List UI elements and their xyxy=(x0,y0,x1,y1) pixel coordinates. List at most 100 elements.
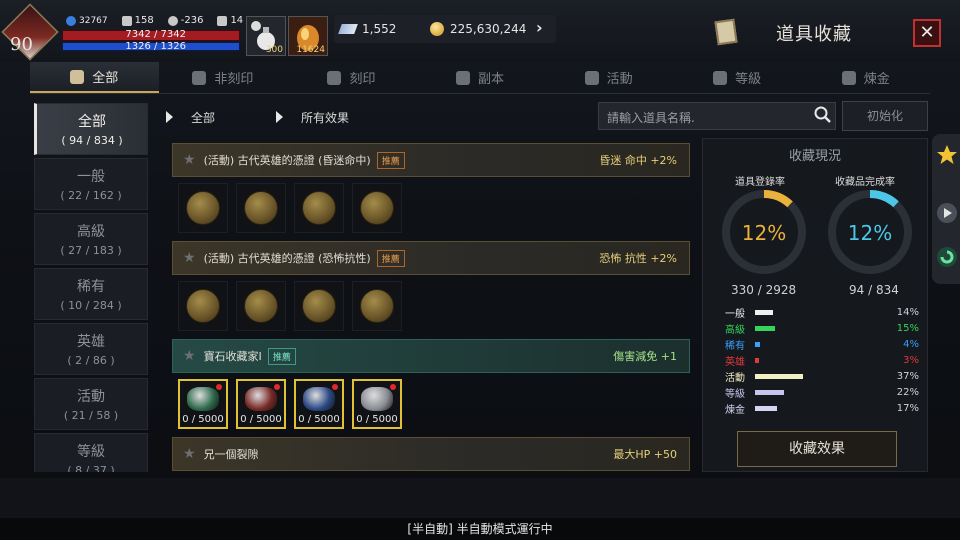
collection-items: 0 / 5000 0 / 5000 0 / 5000 0 / 5000 xyxy=(172,373,690,429)
star-icon[interactable]: ★ xyxy=(183,152,196,168)
grade-list: 全部 ( 94 / 834 ) 一般 ( 22 / 162 ) 高級 ( 27 / 183… xyxy=(30,100,152,472)
grade-item-1[interactable]: 一般 ( 22 / 162 ) xyxy=(34,158,148,210)
grade-item-0[interactable]: 全部 ( 94 / 834 ) xyxy=(34,103,148,155)
quick-slot-count: 300 xyxy=(265,45,283,55)
tab-label: 副本 xyxy=(478,72,505,87)
grade-percent: 15% xyxy=(896,322,919,334)
tab-2[interactable]: 刻印 xyxy=(287,62,416,93)
search-icon[interactable] xyxy=(814,106,832,124)
grade-item-2[interactable]: 高級 ( 27 / 183 ) xyxy=(34,213,148,265)
grade-name: 活動 xyxy=(77,389,105,405)
grade-name: 全部 xyxy=(78,114,106,130)
grade-name: 英雄 xyxy=(77,334,105,350)
grade-item-4[interactable]: 英雄 ( 2 / 86 ) xyxy=(34,323,148,375)
grade-row: 稀有 4% xyxy=(725,336,919,352)
helmet-icon xyxy=(167,15,178,26)
notification-dot xyxy=(216,384,222,390)
star-icon[interactable]: ★ xyxy=(183,348,196,364)
filter-type[interactable]: 全部 xyxy=(166,109,276,126)
collection-effect: 恐怖 抗性 +2% xyxy=(599,252,677,265)
collection-entry[interactable]: ★ 兄一個裂隙 最大HP +50 xyxy=(172,437,690,471)
quick-slot-elixir[interactable]: 11624 xyxy=(288,16,328,56)
collection-effect: 昏迷 命中 +2% xyxy=(599,154,677,167)
ancient-medal-icon xyxy=(244,289,278,323)
collection-item-slot[interactable] xyxy=(236,281,286,331)
collection-entry[interactable]: ★ (活動) 古代英雄的憑證 (昏迷命中) 推薦 昏迷 命中 +2% xyxy=(172,143,690,233)
collection-item-slot[interactable] xyxy=(352,183,402,233)
stat-defense: -236 xyxy=(167,15,203,26)
tab-3[interactable]: 副本 xyxy=(416,62,545,93)
gem-amount: 1,552 xyxy=(362,22,397,36)
collection-header[interactable]: ★ (活動) 古代英雄的憑證 (昏迷命中) 推薦 昏迷 命中 +2% xyxy=(172,143,690,177)
collection-item-slot[interactable] xyxy=(178,281,228,331)
collection-effects-button[interactable]: 收藏效果 xyxy=(737,431,897,467)
tab-label: 全部 xyxy=(92,71,119,86)
filter-bar: 全部 所有效果 xyxy=(166,102,349,132)
triangle-right-icon xyxy=(276,111,283,123)
collection-entry[interactable]: ★ (活動) 古代英雄的憑證 (恐怖抗性) 推薦 恐怖 抗性 +2% xyxy=(172,241,690,331)
grade-percent: 14% xyxy=(896,306,919,318)
hp-text: 7342 / 7342 xyxy=(125,29,186,40)
collection-item-slot[interactable] xyxy=(294,281,344,331)
tab-5[interactable]: 等級 xyxy=(673,62,802,93)
book-icon xyxy=(70,69,85,84)
grade-percent: 22% xyxy=(896,386,919,398)
grade-row-name: 一般 xyxy=(725,308,745,320)
gold-coin-icon xyxy=(430,22,444,36)
collection-item-slot[interactable] xyxy=(294,183,344,233)
grade-row: 一般 14% xyxy=(725,304,919,320)
tab-6[interactable]: 煉金 xyxy=(801,62,930,93)
collection-item-slot[interactable]: 0 / 5000 xyxy=(352,379,402,429)
collection-header[interactable]: ★ 兄一個裂隙 最大HP +50 xyxy=(172,437,690,471)
grade-item-3[interactable]: 稀有 ( 10 / 284 ) xyxy=(34,268,148,320)
trophy-icon xyxy=(217,15,228,26)
quick-slot-potion[interactable]: 300 xyxy=(246,16,286,56)
grade-breakdown: 一般 14% 高級 15% 稀有 4% 英雄 3% 活動 37% 等級 22% 煉金 17% xyxy=(725,304,919,416)
window-title: 道具收藏 xyxy=(776,24,852,45)
grade-item-5[interactable]: 活動 ( 21 / 58 ) xyxy=(34,378,148,430)
play-icon[interactable] xyxy=(936,202,958,224)
collection-item-slot[interactable]: 0 / 5000 xyxy=(236,379,286,429)
gold-currency[interactable]: 225,630,244 xyxy=(430,17,526,41)
gift-icon xyxy=(584,70,599,85)
recommended-badge: 推薦 xyxy=(376,249,405,267)
bottom-shade xyxy=(0,478,960,518)
tab-0[interactable]: 全部 xyxy=(30,62,159,93)
grade-count: ( 22 / 162 ) xyxy=(60,189,122,202)
grade-row-name: 稀有 xyxy=(725,340,745,352)
gem-currency[interactable]: 1,552 xyxy=(338,17,397,41)
collection-entry[interactable]: ★ 寶石收藏家I 推薦 傷害減免 +1 0 / 5000 0 / 5000 0 / 5000… xyxy=(172,339,690,429)
collection-item-slot[interactable] xyxy=(178,183,228,233)
gemstone-icon xyxy=(361,387,393,411)
collection-item-slot[interactable]: 0 / 5000 xyxy=(294,379,344,429)
filter-effect[interactable]: 所有效果 xyxy=(276,109,349,126)
sword-icon xyxy=(121,15,132,26)
star-icon[interactable]: ★ xyxy=(183,446,196,462)
swirl-icon[interactable] xyxy=(936,246,958,268)
collection-item-slot[interactable] xyxy=(352,281,402,331)
star-icon[interactable]: ★ xyxy=(183,250,196,266)
combat-power: 32767 xyxy=(66,15,108,26)
close-button[interactable]: ✕ xyxy=(913,19,941,47)
favorite-star-icon[interactable] xyxy=(936,144,958,166)
search-input[interactable]: 請輸入道具名稱. xyxy=(598,102,836,130)
grade-percent: 4% xyxy=(903,338,919,350)
collection-header[interactable]: ★ (活動) 古代英雄的憑證 (恐怖抗性) 推薦 恐怖 抗性 +2% xyxy=(172,241,690,275)
completion-rate-label: 收藏品完成率 xyxy=(835,177,895,188)
grade-item-6[interactable]: 等級 ( 8 / 37 ) xyxy=(34,433,148,472)
grade-count: ( 27 / 183 ) xyxy=(60,244,122,257)
collection-status-panel: 收藏現況 道具登錄率 收藏品完成率 12% 12% 330 / 2928 94 … xyxy=(702,138,928,472)
collection-item-slot[interactable]: 0 / 5000 xyxy=(178,379,228,429)
reset-button[interactable]: 初始化 xyxy=(842,101,928,131)
tab-4[interactable]: 活動 xyxy=(544,62,673,93)
grade-progress-bar xyxy=(755,341,760,347)
collection-item-slot[interactable] xyxy=(236,183,286,233)
item-quantity: 0 / 5000 xyxy=(298,414,340,425)
grade-row: 英雄 3% xyxy=(725,352,919,368)
tab-1[interactable]: 非刻印 xyxy=(159,62,288,93)
status-title: 收藏現況 xyxy=(788,149,841,164)
item-quantity: 0 / 5000 xyxy=(182,414,224,425)
collection-name: 寶石收藏家I xyxy=(203,350,262,363)
currency-expand-button[interactable]: › xyxy=(536,18,543,37)
collection-header[interactable]: ★ 寶石收藏家I 推薦 傷害減免 +1 xyxy=(172,339,690,373)
